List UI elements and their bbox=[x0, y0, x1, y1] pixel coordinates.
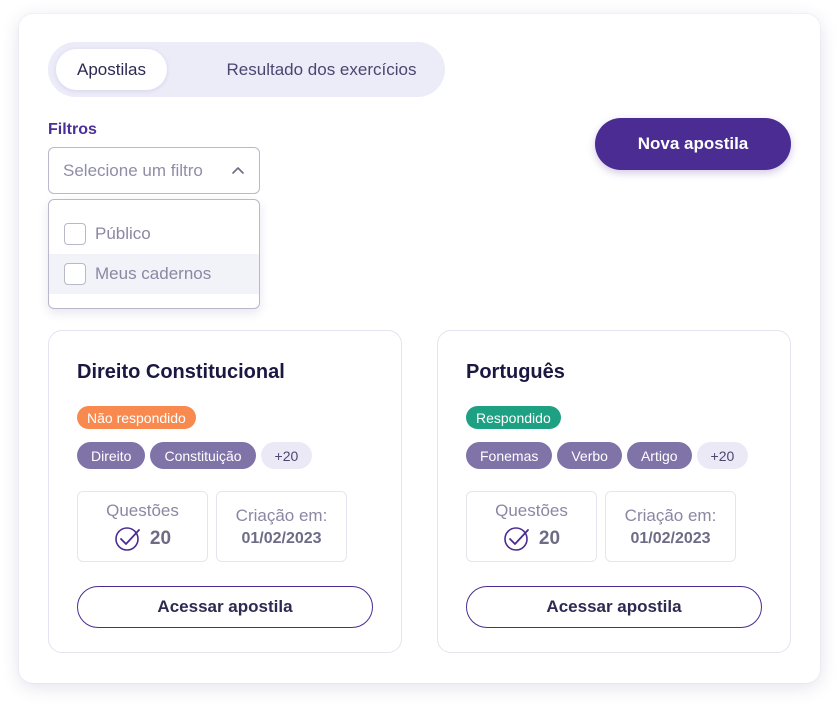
tag: Constituição bbox=[150, 442, 256, 469]
apostila-card: Direito Constitucional Não respondido Di… bbox=[48, 330, 402, 653]
tag: Artigo bbox=[626, 442, 692, 469]
tag: Direito bbox=[77, 442, 146, 469]
filter-select[interactable]: Selecione um filtro bbox=[48, 147, 260, 194]
questions-label: Questões bbox=[495, 500, 568, 520]
tab-resultado-exercicios[interactable]: Resultado dos exercícios bbox=[224, 49, 419, 90]
created-date: 01/02/2023 bbox=[241, 529, 322, 547]
questions-count: 20 bbox=[149, 527, 172, 549]
checkbox[interactable] bbox=[64, 263, 86, 285]
apostila-card: Português Respondido Fonemas Verbo Artig… bbox=[437, 330, 791, 653]
questions-stat: Questões 20 bbox=[77, 491, 208, 562]
card-title: Direito Constitucional bbox=[77, 361, 285, 383]
filter-option-meus-cadernos[interactable]: Meus cadernos bbox=[49, 254, 259, 294]
chevron-up-icon bbox=[232, 167, 244, 174]
created-date: 01/02/2023 bbox=[630, 529, 711, 547]
main-panel: Apostilas Resultado dos exercícios Filtr… bbox=[19, 14, 820, 683]
card-title: Português bbox=[466, 361, 565, 383]
tag-list: Fonemas Verbo Artigo +20 bbox=[466, 442, 749, 469]
nova-apostila-button[interactable]: Nova apostila bbox=[595, 118, 791, 170]
tag: Fonemas bbox=[466, 442, 553, 469]
more-tags-badge[interactable]: +20 bbox=[696, 442, 749, 469]
checkbox[interactable] bbox=[64, 223, 86, 245]
filter-option-label: Público bbox=[95, 224, 151, 243]
acessar-apostila-button[interactable]: Acessar apostila bbox=[77, 586, 373, 628]
questions-value-row: 20 bbox=[114, 525, 171, 553]
filter-option-publico[interactable]: Público bbox=[49, 214, 259, 254]
filter-select-placeholder: Selecione um filtro bbox=[63, 160, 203, 180]
check-circle-icon bbox=[504, 526, 529, 551]
created-label: Criação em: bbox=[235, 505, 328, 525]
questions-value-row: 20 bbox=[503, 525, 560, 553]
filter-label: Filtros bbox=[48, 121, 97, 138]
tab-bar: Apostilas Resultado dos exercícios bbox=[48, 42, 445, 97]
status-badge: Respondido bbox=[466, 406, 561, 429]
questions-stat: Questões 20 bbox=[466, 491, 597, 562]
created-label: Criação em: bbox=[624, 505, 717, 525]
tag-list: Direito Constituição +20 bbox=[77, 442, 313, 469]
acessar-apostila-button[interactable]: Acessar apostila bbox=[466, 586, 762, 628]
filter-dropdown: Público Meus cadernos bbox=[48, 199, 260, 309]
more-tags-badge[interactable]: +20 bbox=[260, 442, 313, 469]
questions-count: 20 bbox=[538, 527, 561, 549]
check-circle-icon bbox=[115, 526, 140, 551]
filter-option-label: Meus cadernos bbox=[95, 264, 212, 283]
status-badge: Não respondido bbox=[77, 406, 196, 429]
created-stat: Criação em: 01/02/2023 bbox=[216, 491, 347, 562]
questions-label: Questões bbox=[106, 500, 179, 520]
tab-apostilas[interactable]: Apostilas bbox=[56, 49, 167, 90]
tag: Verbo bbox=[557, 442, 622, 469]
created-stat: Criação em: 01/02/2023 bbox=[605, 491, 736, 562]
